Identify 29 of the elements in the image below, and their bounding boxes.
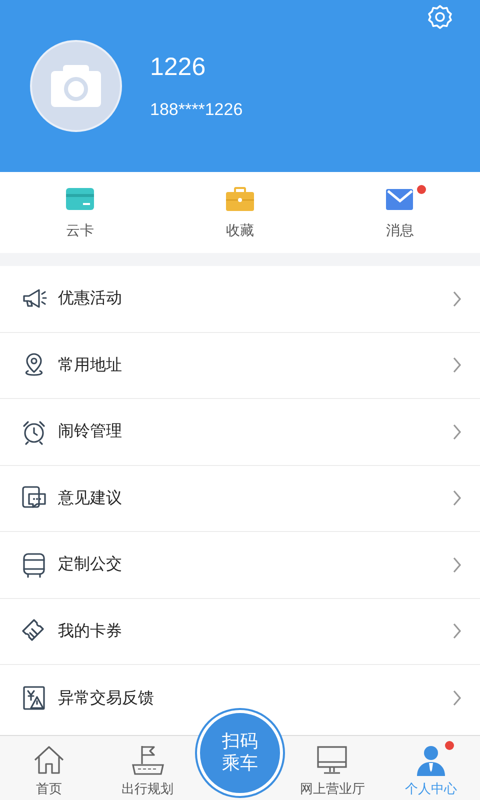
settings-icon[interactable] — [426, 3, 454, 31]
tab[interactable]: 网上营业厅 — [283, 736, 382, 800]
menu-item[interactable]: 闹铃管理 — [58, 421, 452, 442]
menu-item[interactable]: 异常交易反馈 — [58, 688, 452, 709]
camera-icon — [49, 63, 103, 109]
menu-item[interactable]: 常用地址 — [58, 354, 452, 376]
menu-item[interactable]: 意见建议 — [58, 488, 452, 509]
shortcut-label[interactable]: 云卡 — [66, 222, 94, 240]
menu-item[interactable]: 定制公交 — [58, 554, 452, 576]
shortcut-label[interactable]: 收藏 — [226, 222, 254, 240]
tab[interactable]: 首页 — [0, 736, 98, 800]
chevron-right-icon — [452, 290, 462, 307]
menu-item[interactable]: 优惠活动 — [58, 288, 452, 310]
card-icon[interactable] — [65, 186, 95, 212]
chevron-right-icon — [452, 357, 462, 374]
chevron-right-icon — [452, 556, 462, 573]
bus-icon — [20, 550, 48, 579]
tab[interactable]: 出行规划 — [98, 736, 197, 800]
chevron-right-icon — [452, 424, 462, 440]
chevron-right-icon — [452, 490, 462, 506]
flag-icon[interactable] — [130, 743, 166, 777]
chevron-right-icon — [452, 690, 462, 706]
phone-number: 188****1226 — [150, 100, 243, 120]
briefcase-icon[interactable] — [225, 186, 255, 212]
shortcut-label[interactable]: 消息 — [386, 222, 414, 240]
menu-item[interactable]: 我的卡券 — [58, 620, 452, 642]
user-name: 1226 — [150, 52, 207, 82]
yen-warning-icon — [20, 684, 48, 712]
chevron-right-icon — [452, 623, 462, 640]
